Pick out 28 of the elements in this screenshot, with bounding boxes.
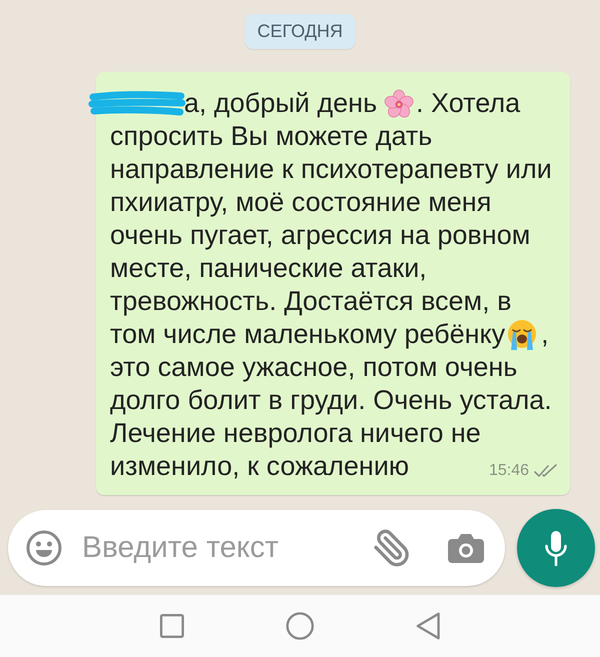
message-text: Лечение невролога ничего не xyxy=(110,418,481,449)
square-icon[interactable] xyxy=(160,614,184,638)
mic-icon xyxy=(544,530,568,566)
message-text: том числе маленькому ребёнку xyxy=(110,319,506,350)
message-text: очень пугает, агрессия на ровном xyxy=(110,220,530,251)
message-text: а, добрый день xyxy=(184,88,378,119)
message-text: это самое ужасное, потом очень xyxy=(110,352,518,383)
message-text: направление к психотерапевту или xyxy=(110,154,552,185)
blossom-icon xyxy=(384,88,414,118)
message-text: , xyxy=(541,319,549,350)
smiley-icon[interactable] xyxy=(26,530,62,566)
message-text: долго болит в груди. Очень устала. xyxy=(110,385,552,416)
message-time: 15:46 xyxy=(488,462,529,480)
message-text: месте, панические атаки, xyxy=(110,253,427,284)
message-text: . Хотела xyxy=(416,88,520,119)
circle-icon[interactable] xyxy=(286,612,314,640)
message-field[interactable]: Введите текст xyxy=(8,510,505,586)
date-badge: СЕГОДНЯ xyxy=(245,14,355,49)
message-text: изменило, к сожалению xyxy=(110,451,410,482)
mic-button[interactable] xyxy=(517,509,595,587)
crying-face-icon xyxy=(506,318,538,350)
camera-icon[interactable] xyxy=(448,533,484,563)
redaction-scribble-icon xyxy=(88,90,186,118)
message-text: тревожность. Достаётся всем, в xyxy=(110,286,512,317)
message-input[interactable]: Введите текст xyxy=(82,528,364,568)
message-text: спросить Вы можете дать xyxy=(110,121,432,152)
message-text: пхииатру, моё состояние меня xyxy=(110,187,492,218)
back-icon[interactable] xyxy=(416,612,440,640)
